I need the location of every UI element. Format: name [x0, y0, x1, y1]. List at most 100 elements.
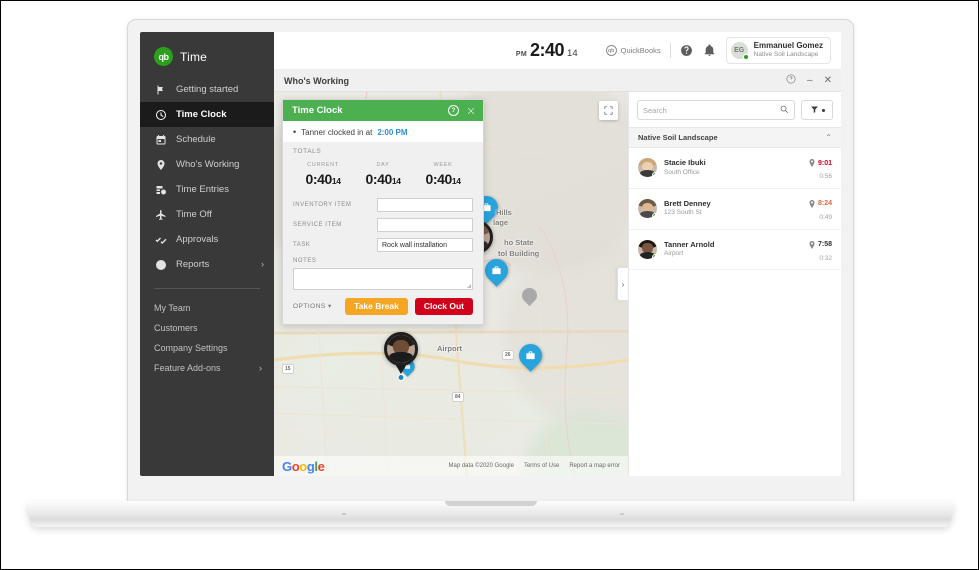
quickbooks-icon: qb	[605, 45, 617, 56]
sidebar-item-feature-addons[interactable]: Feature Add-ons ›	[140, 358, 274, 378]
filter-button[interactable]	[801, 100, 833, 120]
person-time-row: 7:58	[809, 236, 832, 254]
close-icon[interactable]	[466, 106, 476, 116]
map-collapse-toggle[interactable]: ›	[617, 267, 628, 301]
total-current: CURRENT 0:4014	[293, 162, 353, 187]
main-area: PM 2:40 14 qb QuickBooks EG Emmanuel Gom…	[274, 32, 841, 476]
highway-shield: 84	[452, 392, 464, 402]
quickbooks-label: QuickBooks	[620, 46, 661, 55]
job-site-pin[interactable]	[514, 339, 547, 372]
search-input[interactable]: Search	[637, 100, 795, 120]
sidebar-item-label: Getting started	[176, 84, 239, 95]
bell-icon[interactable]	[703, 44, 717, 58]
roster-group-header[interactable]: Native Soil Landscape ⌃	[629, 127, 841, 148]
roster-row[interactable]: Brett Denney 123 South St 8:24 0:49	[629, 189, 841, 230]
user-text: Emmanuel Gomez Native Soil Landscape	[754, 41, 823, 59]
bullet-icon: •	[293, 127, 297, 137]
sidebar-item-reports[interactable]: Reports ›	[140, 252, 274, 277]
map-attribution: Map data ©2020 Google	[448, 463, 514, 469]
brand[interactable]: qb Time	[140, 38, 274, 77]
sidebar-nav: Getting started Time Clock Schedule Who'…	[140, 77, 274, 277]
total-value: 0:4014	[353, 171, 413, 187]
inventory-item-input[interactable]	[377, 198, 473, 212]
online-status-dot	[652, 172, 657, 178]
notes-textarea[interactable]	[293, 268, 473, 290]
minimize-icon[interactable]: –	[807, 75, 813, 86]
face-illustration	[387, 335, 415, 363]
user-menu[interactable]: EG Emmanuel Gomez Native Soil Landscape	[725, 37, 831, 64]
clock-out-button[interactable]: Clock Out	[414, 298, 473, 315]
person-duration: 0:56	[819, 173, 832, 180]
totals-row: CURRENT 0:4014 DAY 0:4014 WEEK 0:4014	[293, 162, 473, 187]
options-dropdown[interactable]: OPTIONS ▾	[293, 302, 338, 310]
laptop-lid: qb Time Getting started Time Clock Sched…	[127, 19, 854, 503]
sidebar-item-my-team[interactable]: My Team	[140, 298, 274, 318]
service-item-input[interactable]	[377, 218, 473, 232]
total-caption: WEEK	[433, 162, 453, 168]
sidebar-item-label: Time Off	[176, 209, 212, 220]
employee-map-pin[interactable]	[384, 332, 418, 381]
quickbooks-link[interactable]: qb QuickBooks	[605, 45, 661, 56]
topbar-divider	[669, 43, 671, 58]
total-value: 0:4014	[293, 171, 353, 187]
online-status-dot	[652, 253, 657, 259]
question-circle-icon[interactable]	[680, 44, 694, 58]
person-name: Stacie Ibuki	[664, 158, 706, 168]
time-clock-header: Time Clock ?	[283, 100, 483, 121]
laptop-base	[27, 501, 954, 527]
time-clock-title: Time Clock	[292, 105, 343, 116]
roster-row[interactable]: Tanner Arnold Airport 7:58 0:32	[629, 230, 841, 271]
take-break-button[interactable]: Take Break	[345, 298, 408, 315]
sidebar-item-time-entries[interactable]: Time Entries	[140, 177, 274, 202]
sidebar-item-time-off[interactable]: Time Off	[140, 202, 274, 227]
total-week: WEEK 0:4014	[413, 162, 473, 187]
sidebar-item-approvals[interactable]: Approvals	[140, 227, 274, 252]
total-hhmm: 0:40	[365, 171, 392, 187]
sidebar-item-company-settings[interactable]: Company Settings	[140, 338, 274, 358]
fullscreen-icon[interactable]	[599, 101, 618, 120]
roster-person-times: 9:01 0:56	[809, 154, 832, 182]
time-clock-status-area: • Tanner clocked in at 2:00 PM	[283, 121, 483, 142]
roster-row[interactable]: Stacie Ibuki South Office 9:01 0:56	[629, 148, 841, 189]
terms-of-use-link[interactable]: Terms of Use	[524, 463, 559, 469]
search-icon	[779, 101, 789, 119]
map-label: Airport	[437, 344, 462, 353]
sidebar-item-getting-started[interactable]: Getting started	[140, 77, 274, 102]
help-icon[interactable]: ?	[448, 105, 459, 116]
sidebar-item-whos-working[interactable]: Who's Working	[140, 152, 274, 177]
total-value: 0:4014	[413, 171, 473, 187]
sidebar-item-schedule[interactable]: Schedule	[140, 127, 274, 152]
topbar-right: qb QuickBooks EG Emmanuel Gomez Native S…	[586, 37, 831, 64]
total-seconds: 14	[331, 176, 341, 186]
map-label: Hills	[496, 208, 512, 217]
map-canvas[interactable]: › Hills lage ho State tol Building Airpo…	[274, 92, 628, 476]
help-icon[interactable]	[786, 74, 796, 87]
laptop-notch	[444, 501, 537, 506]
map-footer: Google Map data ©2020 Google Terms of Us…	[274, 456, 628, 476]
map-label: ho State	[504, 238, 534, 247]
google-logo: Google	[282, 460, 325, 473]
sidebar-item-time-clock[interactable]: Time Clock	[140, 102, 274, 127]
sidebar-subitem-label: Customers	[154, 323, 198, 333]
base-detail	[620, 513, 625, 515]
person-time-row: 9:01	[809, 154, 832, 172]
task-input[interactable]: Rock wall installation	[377, 238, 473, 252]
inventory-item-row: INVENTORY ITEM	[293, 198, 473, 212]
service-item-row: SERVICE ITEM	[293, 218, 473, 232]
group-name: Native Soil Landscape	[638, 133, 718, 142]
pin-location-dot	[397, 374, 405, 381]
total-seconds: 14	[391, 176, 401, 186]
chevron-right-icon: ›	[261, 259, 264, 269]
job-site-pin[interactable]	[480, 254, 513, 287]
close-icon[interactable]: ✕	[824, 75, 832, 86]
sidebar-item-customers[interactable]: Customers	[140, 318, 274, 338]
calendar-icon	[154, 133, 167, 146]
person-location: 123 South St	[664, 209, 702, 217]
highway-shield: 15	[282, 364, 294, 374]
base-detail	[342, 513, 347, 515]
time-clock-panel: Time Clock ? • Tanner clocked in at 2:00…	[282, 99, 484, 325]
sidebar-item-label: Approvals	[176, 234, 219, 245]
brand-name: Time	[180, 49, 208, 64]
roster-search-row: Search	[629, 92, 841, 127]
report-map-error-link[interactable]: Report a map error	[569, 463, 620, 469]
